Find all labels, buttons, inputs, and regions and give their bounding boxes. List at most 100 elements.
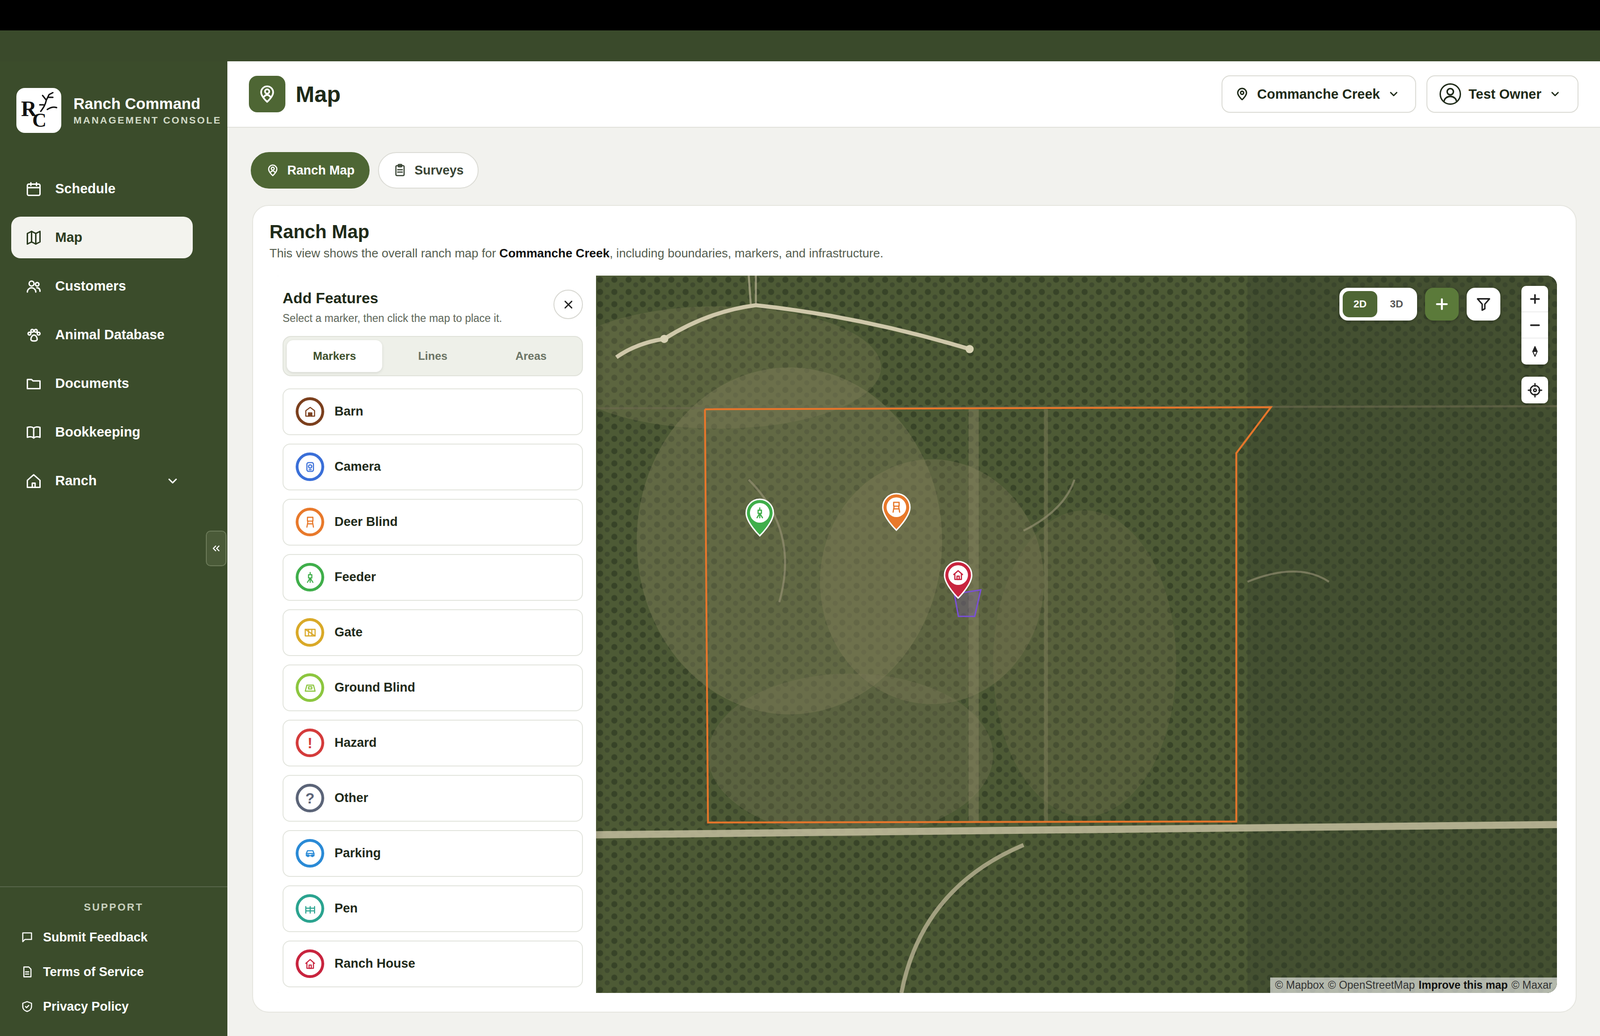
support-section: SUPPORT Submit Feedback Terms of ServicePr… — [0, 886, 228, 1036]
sidebar-nav: Schedule Map Customers Animal Database Docum… — [0, 132, 228, 502]
zoom-controls — [1521, 285, 1549, 365]
view-mode-toggle: 2D3D — [1339, 287, 1418, 321]
chevron-down-icon — [1387, 87, 1400, 101]
marker-label: Gate — [334, 625, 363, 640]
sidebar-item-label: Map — [55, 229, 83, 246]
feature-tab[interactable]: Lines — [385, 340, 481, 372]
marker-label: Hazard — [334, 735, 377, 750]
map-toolbar: 2D3D — [1339, 287, 1501, 321]
brand-name: Ranch Command — [73, 94, 222, 113]
view-tab-label: Ranch Map — [287, 163, 355, 178]
brand: Ranch CommandMANAGEMENT CONSOLE — [73, 94, 222, 126]
marker-option[interactable]: Deer Blind — [282, 498, 583, 546]
message-icon — [20, 930, 34, 944]
marker-option[interactable]: Gate — [282, 609, 583, 656]
attribution-link[interactable]: Improve this map — [1418, 978, 1508, 992]
marker-option[interactable]: Camera — [282, 443, 583, 491]
marker-glyph: ! — [298, 731, 322, 755]
support-link[interactable]: Privacy Policy — [0, 989, 228, 1024]
page-header: Map Commanche Creek Test Owner — [227, 61, 1600, 128]
card-description: This view shows the overall ranch map fo… — [269, 246, 1557, 261]
feature-tab[interactable]: Markers — [286, 340, 383, 372]
marker-label: Parking — [334, 845, 381, 861]
map-icon — [25, 229, 43, 247]
support-heading: SUPPORT — [0, 901, 228, 914]
document-icon — [20, 965, 34, 979]
marker-label: Feeder — [334, 569, 377, 585]
ranch-house-icon — [295, 949, 325, 978]
support-link[interactable]: Terms of Service — [0, 954, 228, 990]
support-link[interactable]: Submit Feedback — [0, 919, 228, 955]
marker-list: Barn Camera Deer Blind Feeder Gate Ground Bli… — [282, 388, 583, 988]
zoom-out-icon[interactable] — [1521, 312, 1549, 339]
filter-button[interactable] — [1466, 287, 1501, 321]
add-features-panel: Add FeaturesSelect a marker, then click … — [269, 275, 597, 993]
user-menu[interactable]: Test Owner — [1426, 75, 1579, 113]
sidebar-item[interactable]: Customers — [11, 265, 193, 307]
marker-option[interactable]: Feeder — [282, 553, 583, 601]
camera-icon — [295, 452, 325, 481]
map-container: Add FeaturesSelect a marker, then click … — [269, 275, 1557, 993]
sidebar-item[interactable]: Ranch — [11, 459, 193, 502]
attribution-link[interactable]: © OpenStreetMap — [1328, 978, 1416, 992]
paw-icon — [25, 326, 43, 344]
pen-icon — [295, 894, 325, 923]
view-mode-button[interactable]: 3D — [1379, 290, 1414, 318]
marker-option[interactable]: ?Other — [282, 774, 583, 822]
zoom-in-icon[interactable] — [1521, 285, 1549, 313]
logo-antler-icon — [36, 90, 60, 114]
sidebar-item[interactable]: Map — [11, 216, 193, 259]
ranch-map[interactable]: 2D3D © Mapbox © OpenStreetMapImprove this … — [596, 275, 1557, 993]
sidebar-item-label: Customers — [55, 278, 127, 294]
map-pin[interactable] — [942, 559, 974, 599]
sidebar-item[interactable]: Schedule — [11, 167, 193, 210]
card-title: Ranch Map — [269, 221, 1557, 243]
sidebar-item[interactable]: Animal Database — [11, 313, 193, 356]
marker-option[interactable]: Barn — [282, 388, 583, 436]
logo[interactable]: RC — [16, 87, 62, 133]
folder-icon — [25, 375, 43, 393]
sidebar-item[interactable]: Bookkeeping — [11, 411, 193, 453]
other-icon: ? — [295, 783, 325, 813]
description-text: This view shows the overall ranch map fo… — [269, 246, 496, 261]
marker-option[interactable]: Pen — [282, 885, 583, 932]
collapse-button[interactable] — [205, 530, 227, 567]
view-mode-button[interactable]: 2D — [1342, 290, 1378, 318]
app-top-band — [0, 30, 1600, 62]
view-tabs: Ranch Map Surveys — [227, 127, 1600, 189]
add-feature-button[interactable] — [1425, 287, 1459, 321]
panel-heading: Add FeaturesSelect a marker, then click … — [282, 289, 532, 326]
gate-icon — [295, 618, 325, 647]
view-tab[interactable]: Ranch Map — [250, 152, 370, 189]
ranch-name: Commanche Creek — [1257, 86, 1381, 102]
close-button[interactable] — [553, 289, 583, 320]
view-tab-label: Surveys — [414, 163, 464, 178]
marker-option[interactable]: ! Hazard — [282, 719, 583, 767]
panel-header: Add FeaturesSelect a marker, then click … — [282, 289, 583, 326]
marker-option[interactable]: Parking — [282, 829, 583, 877]
ground-blind-icon — [295, 673, 325, 702]
ranch-selector[interactable]: Commanche Creek — [1221, 75, 1417, 113]
marker-option[interactable]: Ground Blind — [282, 664, 583, 712]
view-tab[interactable]: Surveys — [378, 152, 479, 189]
calendar-icon — [25, 180, 43, 198]
map-pin[interactable] — [880, 491, 912, 531]
feature-tab[interactable]: Areas — [483, 340, 579, 372]
satellite-imagery[interactable] — [596, 275, 1557, 993]
car-icon — [295, 838, 325, 868]
marker-option[interactable]: Ranch House — [282, 940, 583, 988]
logo-letter: C — [32, 110, 47, 131]
feeder-icon — [295, 562, 325, 592]
attribution-link[interactable]: © Maxar — [1511, 978, 1553, 992]
book-icon — [25, 423, 43, 441]
page-title: Map — [295, 81, 341, 108]
map-pin[interactable] — [744, 497, 776, 537]
attribution-link[interactable]: © Mapbox — [1274, 978, 1324, 992]
support-link-label: Submit Feedback — [43, 930, 148, 945]
sidebar-item[interactable]: Documents — [11, 362, 193, 405]
compass-icon[interactable] — [1521, 338, 1549, 365]
map-attribution: © Mapbox © OpenStreetMapImprove this map©… — [1270, 977, 1557, 993]
barn-icon — [295, 397, 325, 426]
brand-row: RC Ranch CommandMANAGEMENT CONSOLE — [0, 61, 228, 133]
locate-icon[interactable] — [1521, 376, 1549, 404]
